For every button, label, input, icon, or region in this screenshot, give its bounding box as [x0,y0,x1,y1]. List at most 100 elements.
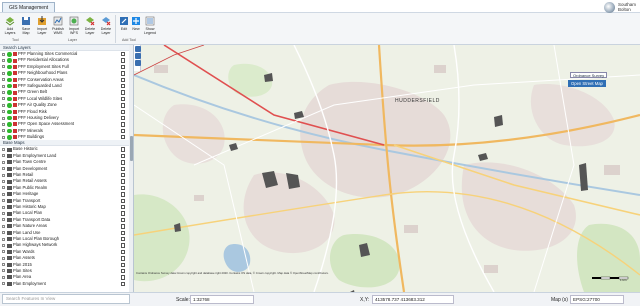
pan-icon[interactable] [134,53,141,59]
app-tab[interactable]: GIS Management [2,2,56,12]
expand-toggle[interactable] [2,180,5,184]
expand-toggle[interactable] [2,129,5,133]
layer-properties-icon[interactable] [121,147,125,152]
visible-check-icon[interactable] [7,83,12,89]
basemap-option[interactable]: Ordnance Survey [570,72,608,78]
visible-check-icon[interactable] [7,71,12,76]
scale-field[interactable]: 1:32768 [190,295,254,304]
delete-layer-button[interactable]: Delete Layer [82,15,98,37]
visible-check-icon[interactable] [7,135,12,140]
layer-properties-icon[interactable] [121,192,125,197]
import-wfs-button[interactable]: Import WFS [66,15,82,37]
expand-toggle[interactable] [2,199,5,203]
feature-search-input[interactable]: Search Features In View [2,294,130,304]
delete-layer-button-2[interactable]: Delete Layer [98,15,114,37]
expand-toggle[interactable] [2,110,5,114]
expand-toggle[interactable] [2,116,5,120]
map-projection-field[interactable]: EPSG:27700 [570,295,624,304]
layer-properties-icon[interactable] [121,198,125,203]
user-area[interactable]: Southam Bolton [603,1,636,13]
expand-toggle[interactable] [2,218,5,222]
expand-toggle[interactable] [2,173,5,177]
layer-properties-icon[interactable] [121,185,125,191]
expand-toggle[interactable] [2,154,5,158]
expand-toggle[interactable] [2,231,5,235]
layer-row[interactable]: PFF Buildings [0,134,133,140]
expand-toggle[interactable] [2,160,5,164]
expand-toggle[interactable] [2,52,5,56]
layer-properties-icon[interactable] [121,224,125,229]
zoom-out-icon[interactable] [134,60,141,66]
expand-toggle[interactable] [2,148,5,152]
layer-properties-icon[interactable] [121,236,125,242]
expand-toggle[interactable] [2,205,5,209]
visible-check-icon[interactable] [7,128,12,134]
map-canvas[interactable] [134,45,640,292]
layer-properties-icon[interactable] [121,249,125,255]
layer-properties-icon[interactable] [121,160,125,165]
expand-toggle[interactable] [2,282,5,286]
layer-properties-icon[interactable] [121,58,125,63]
layer-properties-icon[interactable] [121,71,125,76]
layer-properties-icon[interactable] [121,128,125,134]
expand-toggle[interactable] [2,122,5,126]
visible-check-icon[interactable] [7,77,12,83]
expand-toggle[interactable] [2,97,5,101]
layer-properties-icon[interactable] [121,211,125,216]
layer-properties-icon[interactable] [121,173,125,178]
layer-properties-icon[interactable] [121,243,125,248]
expand-toggle[interactable] [2,78,5,82]
layer-properties-icon[interactable] [121,262,125,267]
layer-properties-icon[interactable] [121,83,125,89]
publish-wms-button[interactable]: Publish WMS [50,15,66,37]
layer-properties-icon[interactable] [121,204,125,210]
expand-toggle[interactable] [2,71,5,75]
visible-check-icon[interactable] [7,103,12,108]
visible-check-icon[interactable] [7,115,12,121]
layer-properties-icon[interactable] [121,281,125,287]
import-layer-button[interactable]: Import Layer [34,15,50,37]
layer-properties-icon[interactable] [121,166,125,172]
visible-check-icon[interactable] [7,58,12,63]
visible-check-icon[interactable] [7,96,12,102]
layer-properties-icon[interactable] [121,90,125,95]
expand-toggle[interactable] [2,224,5,228]
layer-properties-icon[interactable] [121,77,125,82]
visible-check-icon[interactable] [7,52,12,57]
layer-properties-icon[interactable] [121,153,125,159]
expand-toggle[interactable] [2,250,5,254]
expand-toggle[interactable] [2,186,5,190]
layer-properties-icon[interactable] [121,268,125,274]
expand-toggle[interactable] [2,103,5,107]
expand-toggle[interactable] [2,237,5,241]
layer-properties-icon[interactable] [121,135,125,140]
visible-check-icon[interactable] [7,122,12,127]
layer-properties-icon[interactable] [121,115,125,121]
expand-toggle[interactable] [2,58,5,62]
expand-toggle[interactable] [2,211,5,215]
layer-properties-icon[interactable] [121,122,125,127]
show-legend-button[interactable]: Show Legend [142,15,158,37]
zoom-in-icon[interactable] [134,46,141,52]
layer-properties-icon[interactable] [121,217,125,223]
layers-scrollbar[interactable] [129,45,133,292]
layer-properties-icon[interactable] [121,103,125,108]
visible-check-icon[interactable] [7,64,12,70]
expand-toggle[interactable] [2,192,5,196]
expand-toggle[interactable] [2,65,5,69]
layers-scroll-thumb[interactable] [129,136,133,161]
expand-toggle[interactable] [2,135,5,139]
visible-check-icon[interactable] [7,109,12,115]
layer-properties-icon[interactable] [121,275,125,280]
expand-toggle[interactable] [2,275,5,279]
layer-properties-icon[interactable] [121,230,125,235]
basemap-selected[interactable]: Open Street Map [568,80,606,87]
expand-toggle[interactable] [2,167,5,171]
expand-toggle[interactable] [2,90,5,94]
layer-properties-icon[interactable] [121,179,125,184]
expand-toggle[interactable] [2,269,5,273]
expand-toggle[interactable] [2,84,5,88]
layer-properties-icon[interactable] [121,96,125,102]
layer-properties-icon[interactable] [121,52,125,57]
add-layers-button[interactable]: Add Layers [2,15,18,37]
